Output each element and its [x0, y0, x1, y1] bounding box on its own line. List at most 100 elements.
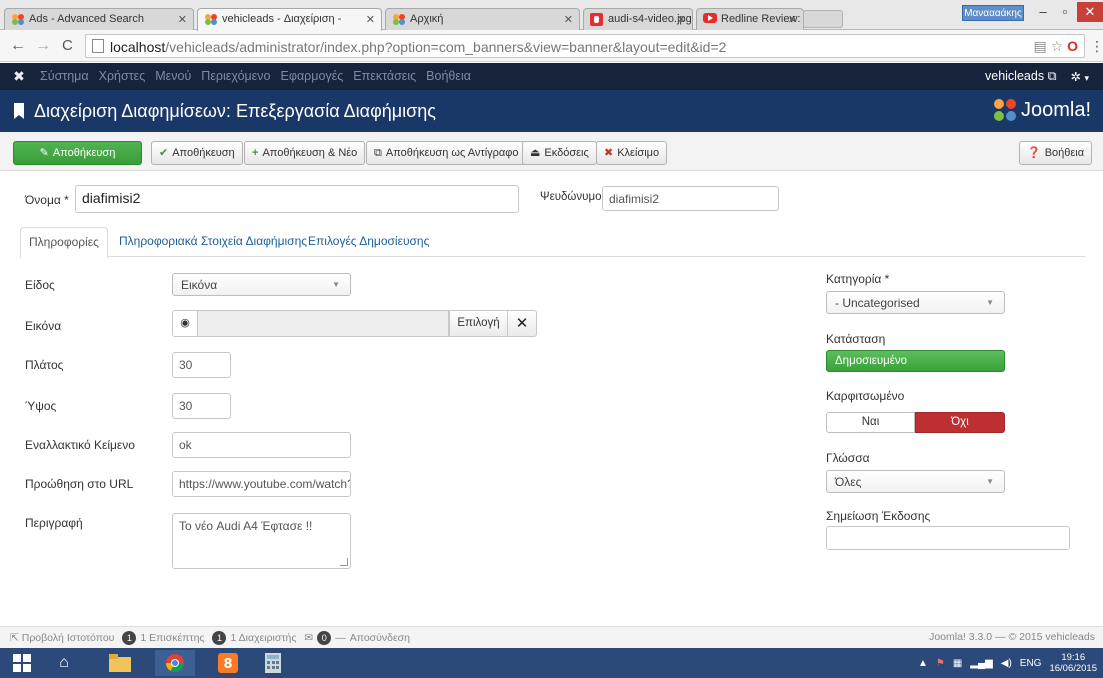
browser-tab-ads-search[interactable]: Ads - Advanced Search ✕ [4, 8, 194, 30]
tab-close-icon[interactable]: ✕ [677, 13, 686, 26]
external-link-icon: ⇱ [10, 632, 19, 644]
pinned-no-button[interactable]: Όχι [915, 412, 1005, 433]
type-label: Είδος [25, 278, 55, 292]
width-input[interactable]: 30 [172, 352, 231, 378]
tab-close-icon[interactable]: ✕ [366, 13, 375, 26]
tab-details[interactable]: Πληροφορίες [20, 227, 108, 258]
tab-close-icon[interactable]: ✕ [564, 13, 573, 26]
signal-icon[interactable]: ▂▄▆ [970, 658, 992, 669]
tab-close-icon[interactable]: ✕ [788, 13, 797, 26]
user-settings-dropdown[interactable]: ✲ ▾ [1071, 69, 1090, 84]
image-select-button[interactable]: Επιλογή [449, 310, 508, 337]
menu-menus[interactable]: Μενού [155, 69, 191, 83]
messages-count-badge[interactable]: 0 [317, 631, 332, 645]
save-as-copy-button[interactable]: ⧉ Αποθήκευση ως Αντίγραφο [366, 141, 527, 165]
language-select[interactable]: Όλες ▼ [826, 470, 1005, 493]
envelope-icon[interactable]: ✉ [304, 632, 313, 644]
close-button[interactable]: ✖ Κλείσιμο [596, 141, 668, 165]
version-note-input[interactable] [826, 526, 1070, 550]
clear-image-icon[interactable]: ✕ [507, 310, 537, 337]
logout-link[interactable]: Αποσύνδεση [350, 632, 410, 644]
resize-grip-icon[interactable] [340, 558, 348, 566]
pinned-yes-button[interactable]: Ναι [826, 412, 915, 433]
menu-content[interactable]: Περιεχόμενο [201, 69, 270, 83]
file-explorer-icon[interactable] [100, 650, 140, 676]
maximize-button[interactable]: ▫ [1052, 2, 1078, 22]
help-button[interactable]: ❓ Βοήθεια [1019, 141, 1093, 165]
image-path-input[interactable] [197, 310, 449, 337]
browser-tab-redline-review[interactable]: Redline Review: 2014 Aud ✕ [696, 8, 804, 30]
site-name-link[interactable]: vehicleads ⧉ [985, 69, 1057, 84]
type-select[interactable]: Εικόνα ▼ [172, 273, 351, 296]
alt-text-label: Εναλλακτικό Κείμενο [25, 438, 135, 452]
tab-title: vehicleads - Διαχείριση - [222, 13, 342, 25]
tab-title: Ads - Advanced Search [29, 13, 144, 25]
url-input[interactable]: localhost/vehicleads/administrator/index… [85, 34, 1085, 58]
click-url-input[interactable]: https://www.youtube.com/watch?v= [172, 471, 351, 497]
joomla-favicon-icon [11, 13, 25, 26]
menu-users[interactable]: Χρήστες [99, 69, 146, 83]
flag-icon[interactable]: ⚑ [936, 658, 945, 669]
image-label: Εικόνα [25, 319, 62, 333]
chevron-down-icon: ▼ [986, 298, 994, 307]
chrome-icon[interactable] [155, 650, 195, 676]
height-input[interactable]: 30 [172, 393, 231, 419]
volume-icon[interactable]: ◀) [1001, 658, 1012, 669]
browser-user-badge[interactable]: Μαναααάκης [962, 5, 1024, 21]
save-close-button[interactable]: ✔ Αποθήκευση [151, 141, 243, 165]
calculator-icon[interactable] [253, 650, 293, 676]
browser-tab-vehicleads-admin[interactable]: vehicleads - Διαχείριση - ✕ [197, 8, 382, 31]
status-select[interactable]: Δημοσιευμένο [826, 350, 1005, 372]
chevron-down-icon: ▼ [332, 280, 340, 289]
tray-expand-icon[interactable]: ▲ [918, 658, 928, 669]
versions-button[interactable]: ⏏ Εκδόσεις [522, 141, 597, 165]
home-icon[interactable]: ⌂ [44, 650, 84, 676]
browser-tab-home[interactable]: Αρχική ✕ [385, 8, 580, 30]
tab-title: Αρχική [410, 13, 444, 25]
gear-icon: ✲ [1070, 70, 1081, 84]
menu-system[interactable]: Σύστημα [40, 69, 89, 83]
network-icon[interactable]: ▦ [953, 658, 962, 669]
tab-banner-details[interactable]: Πληροφοριακά Στοιχεία Διαφήμισης [111, 227, 315, 258]
joomla-admin-logo-icon[interactable]: ✖ [10, 67, 28, 85]
alt-text-input[interactable]: ok [172, 432, 351, 458]
name-input[interactable]: diafimisi2 [75, 185, 519, 213]
new-tab-button[interactable] [803, 10, 843, 28]
category-select[interactable]: - Uncategorised ▼ [826, 291, 1005, 314]
category-label: Κατηγορία * [826, 272, 890, 286]
language-value: Όλες [835, 475, 862, 489]
bookmark-star-icon[interactable]: ☆ [1051, 38, 1064, 54]
windows-start-icon[interactable] [2, 650, 42, 676]
clock[interactable]: 19:16 16/06/2015 [1049, 652, 1097, 674]
description-text: Το νέο Audi A4 Έφτασε !! [179, 519, 313, 533]
translate-icon[interactable]: ▤ [1034, 38, 1047, 54]
tab-close-icon[interactable]: ✕ [178, 13, 187, 26]
menu-components[interactable]: Εφαρμογές [281, 69, 344, 83]
save-new-button[interactable]: + Αποθήκευση & Νέο [244, 141, 366, 165]
input-language[interactable]: ENG [1020, 658, 1042, 669]
windows-taskbar: ⌂ 8 ▲ ⚑ ▦ ▂▄▆ ◀) ENG 19:16 16/06/2015 [0, 648, 1103, 678]
tab-publishing-options[interactable]: Επιλογές Δημοσίευσης [300, 227, 437, 258]
reload-icon[interactable]: C [62, 36, 73, 56]
back-arrow-icon[interactable]: ← [10, 36, 26, 56]
window-close-button[interactable]: ✕ [1077, 2, 1103, 22]
eye-icon[interactable]: ◉ [172, 310, 198, 337]
menu-extensions[interactable]: Επεκτάσεις [353, 69, 416, 83]
save-button[interactable]: ✎ Αποθήκευση [13, 141, 142, 165]
browser-tab-strip: Ads - Advanced Search ✕ vehicleads - Δια… [0, 0, 1103, 31]
save-close-label: Αποθήκευση [172, 147, 235, 159]
category-value: - Uncategorised [835, 296, 920, 310]
cancel-icon: ✖ [604, 146, 614, 159]
forward-arrow-icon[interactable]: → [35, 36, 51, 56]
alias-input[interactable]: diafimisi2 [602, 186, 779, 211]
url-tools: ▤ ☆ O [1034, 38, 1078, 55]
xampp-icon[interactable]: 8 [208, 650, 248, 676]
page-header: Διαχείριση Διαφημίσεων: Επεξεργασία Διαφ… [0, 90, 1103, 132]
joomla-brand-text: Joomla! [1020, 98, 1091, 121]
menu-help[interactable]: Βοήθεια [426, 69, 471, 83]
browser-menu-icon[interactable]: ⋮ [1090, 36, 1103, 56]
view-site-link[interactable]: ⇱ Προβολή Ιστοτόπου [10, 632, 114, 644]
opera-extension-icon[interactable]: O [1067, 38, 1078, 54]
browser-tab-audi-image[interactable]: audi-s4-video.jpg (500×2 ✕ [583, 8, 693, 30]
description-textarea[interactable]: Το νέο Audi A4 Έφτασε !! [172, 513, 351, 569]
